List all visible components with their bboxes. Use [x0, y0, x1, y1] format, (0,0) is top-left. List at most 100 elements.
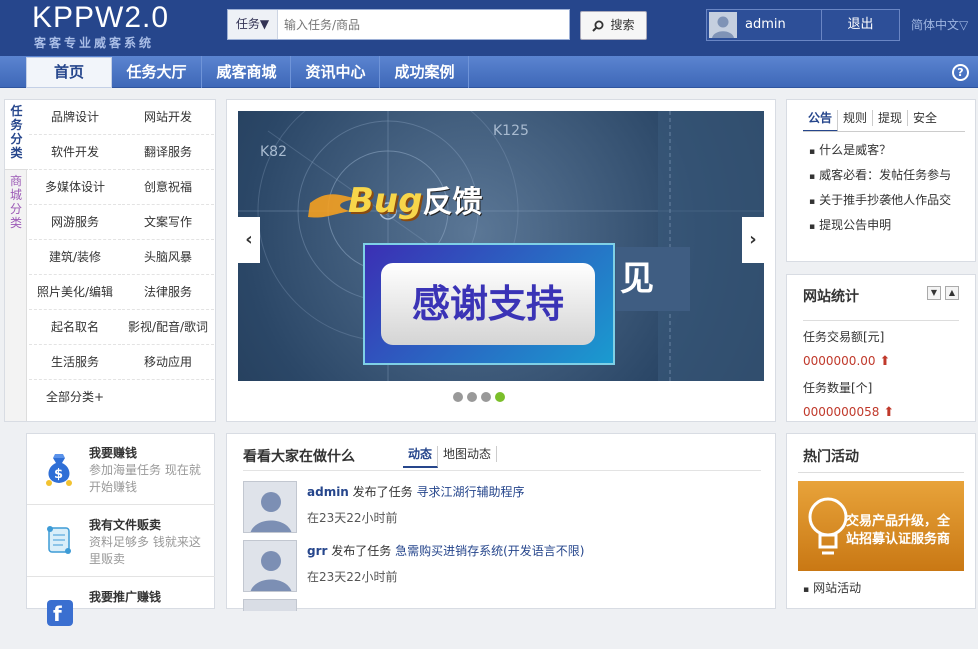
category-item[interactable]: 移动应用: [122, 345, 214, 380]
feed-task-link[interactable]: 寻求江湖行辅助程序: [417, 485, 525, 499]
username[interactable]: admin: [745, 10, 786, 40]
thanks-card: 感谢支持: [363, 243, 615, 365]
earn-title: 我要赚钱: [89, 446, 138, 460]
search-box: 任务▼: [227, 9, 570, 40]
earn-title: 我有文件贩卖: [89, 518, 162, 532]
search-type-select[interactable]: 任务▼: [228, 10, 278, 39]
earn-desc: 参加海量任务 现在就开始赚钱: [89, 463, 201, 494]
language-select[interactable]: 简体中文▽: [911, 16, 968, 33]
feed-action: 发布了任务: [327, 544, 396, 558]
header: KPPW2.0 客客专业威客系统 任务▼ 搜索 admin 退出 简体中文▽: [0, 0, 978, 56]
feed-item: grr 发布了任务 急需购买进销存系统(开发语言不限) 在23天22小时前: [243, 540, 763, 596]
category-item[interactable]: 影视/配音/歌词: [122, 310, 214, 345]
category-item[interactable]: 法律服务: [122, 275, 214, 310]
feed-title: 看看大家在做什么: [243, 449, 355, 465]
banner-dot-1[interactable]: [453, 392, 463, 402]
user-silhouette-icon: [709, 12, 737, 38]
notice-item[interactable]: 关于推手抄袭他人作品交: [809, 191, 951, 208]
activity-link[interactable]: 网站活动: [803, 579, 861, 596]
collapse-up-icon[interactable]: ▲: [945, 286, 959, 300]
category-item[interactable]: 生活服务: [29, 345, 121, 380]
banner-feedback-word: 反馈: [422, 185, 483, 220]
help-icon[interactable]: ?: [952, 64, 969, 81]
user-avatar[interactable]: [709, 12, 737, 38]
search-input[interactable]: [284, 16, 564, 34]
category-item[interactable]: 全部分类+: [29, 380, 121, 415]
svg-text:$: $: [54, 467, 63, 482]
category-item[interactable]: 网站开发: [122, 100, 214, 135]
nav-cases[interactable]: 成功案例: [381, 56, 469, 88]
activity-banner[interactable]: 交易产品升级，全站招募认证服务商: [798, 481, 964, 571]
category-item[interactable]: 建筑/装修: [29, 240, 121, 275]
feed-user-link[interactable]: admin: [307, 485, 349, 499]
user-box: admin 退出: [706, 9, 900, 41]
svg-text:f: f: [53, 602, 62, 626]
feed-user-link[interactable]: grr: [307, 544, 327, 558]
notice-item[interactable]: 什么是威客？: [809, 141, 891, 158]
notice-item[interactable]: 提现公告申明: [809, 216, 891, 233]
task-count-label: 任务数量[个]: [803, 381, 873, 395]
svg-text:K82: K82: [260, 144, 287, 160]
earn-title: 我要推广赚钱: [89, 590, 162, 604]
task-count-number: 0000000058: [803, 405, 880, 419]
tab-notice[interactable]: 公告: [803, 110, 839, 132]
banner-bug-word: Bug: [348, 181, 423, 221]
category-item[interactable]: 多媒体设计: [29, 170, 121, 205]
earn-item-make-money[interactable]: $ 我要赚钱 参加海量任务 现在就开始赚钱: [27, 434, 215, 505]
nav-home[interactable]: 首页: [26, 57, 112, 88]
earn-item-promote[interactable]: f 我要推广赚钱: [27, 578, 215, 649]
up-arrow-icon: ⬆: [879, 354, 891, 369]
banner-next-button[interactable]: ›: [742, 217, 764, 263]
category-item[interactable]: 软件开发: [29, 135, 121, 170]
feed-item: admin 发布了任务 寻求江湖行辅助程序 在23天22小时前: [243, 481, 763, 537]
tab-activity[interactable]: 动态: [403, 446, 439, 468]
category-item[interactable]: 照片美化/编辑: [29, 275, 121, 310]
up-arrow-icon: ⬆: [883, 405, 895, 420]
logout-button[interactable]: 退出: [821, 10, 899, 40]
category-item[interactable]: 创意祝福: [122, 170, 214, 205]
category-item[interactable]: 头脑风暴: [122, 240, 214, 275]
category-item[interactable]: 起名取名: [29, 310, 121, 345]
category-item[interactable]: 文案写作: [122, 205, 214, 240]
tab-task-category[interactable]: 任务分类: [5, 100, 28, 170]
feed-avatar[interactable]: [243, 540, 297, 592]
search-icon: [592, 20, 604, 32]
banner-slide[interactable]: K82 K125 Bug反馈 见 感谢支持 ‹ ›: [238, 111, 764, 381]
banner-dot-2[interactable]: [467, 392, 477, 402]
search-button[interactable]: 搜索: [580, 11, 647, 40]
banner-dot-4-active[interactable]: [495, 392, 505, 402]
tab-security[interactable]: 安全: [908, 110, 942, 126]
banner-prev-button[interactable]: ‹: [238, 217, 260, 263]
banner-dot-3[interactable]: [481, 392, 491, 402]
earn-item-sell-files[interactable]: 我有文件贩卖 资料足够多 钱就来这里贩卖: [27, 506, 215, 577]
feed-action: 发布了任务: [348, 485, 417, 499]
tab-withdraw[interactable]: 提现: [873, 110, 909, 126]
trade-amount-label: 任务交易额[元]: [803, 330, 885, 344]
tab-rules[interactable]: 规则: [838, 110, 874, 126]
nav-shop[interactable]: 威客商城: [203, 56, 291, 88]
tab-shop-category[interactable]: 商城分类: [5, 170, 27, 240]
feed-task-link[interactable]: 急需购买进销存系统(开发语言不限): [395, 544, 584, 558]
earn-panel: $ 我要赚钱 参加海量任务 现在就开始赚钱 我有文件贩卖 资料足够多 钱就来这里…: [26, 433, 215, 626]
stats-panel: 网站统计 ▼ ▲ 任务交易额[元] 0000000.00 ⬆ 任务数量[个] 00…: [786, 274, 976, 422]
tab-map-activity[interactable]: 地图动态: [438, 446, 498, 462]
feed-avatar[interactable]: [243, 599, 297, 611]
activity-divider: [798, 472, 964, 473]
scroll-icon: [47, 526, 71, 554]
feed-avatar[interactable]: [243, 481, 297, 533]
collapse-down-icon[interactable]: ▼: [927, 286, 941, 300]
stats-divider: [803, 320, 959, 321]
notice-tabs: 公告 规则 提现 安全: [803, 110, 942, 132]
category-item[interactable]: 网游服务: [29, 205, 121, 240]
user-silhouette-icon: [244, 482, 296, 532]
category-panel: 任务分类 商城分类 品牌设计 网站开发 软件开发 翻译服务 多媒体设计 创意祝福 网游服务文…: [4, 99, 216, 422]
site-logo[interactable]: KPPW2.0: [32, 2, 169, 34]
user-silhouette-icon: [244, 541, 296, 591]
category-item[interactable]: 品牌设计: [29, 100, 121, 135]
nav-task-hall[interactable]: 任务大厅: [112, 56, 202, 88]
category-item[interactable]: 翻译服务: [122, 135, 214, 170]
nav-news[interactable]: 资讯中心: [292, 56, 380, 88]
money-bag-icon: $: [46, 454, 72, 486]
notice-divider: [803, 131, 965, 132]
notice-item[interactable]: 威客必看：发帖任务参与: [809, 166, 951, 183]
